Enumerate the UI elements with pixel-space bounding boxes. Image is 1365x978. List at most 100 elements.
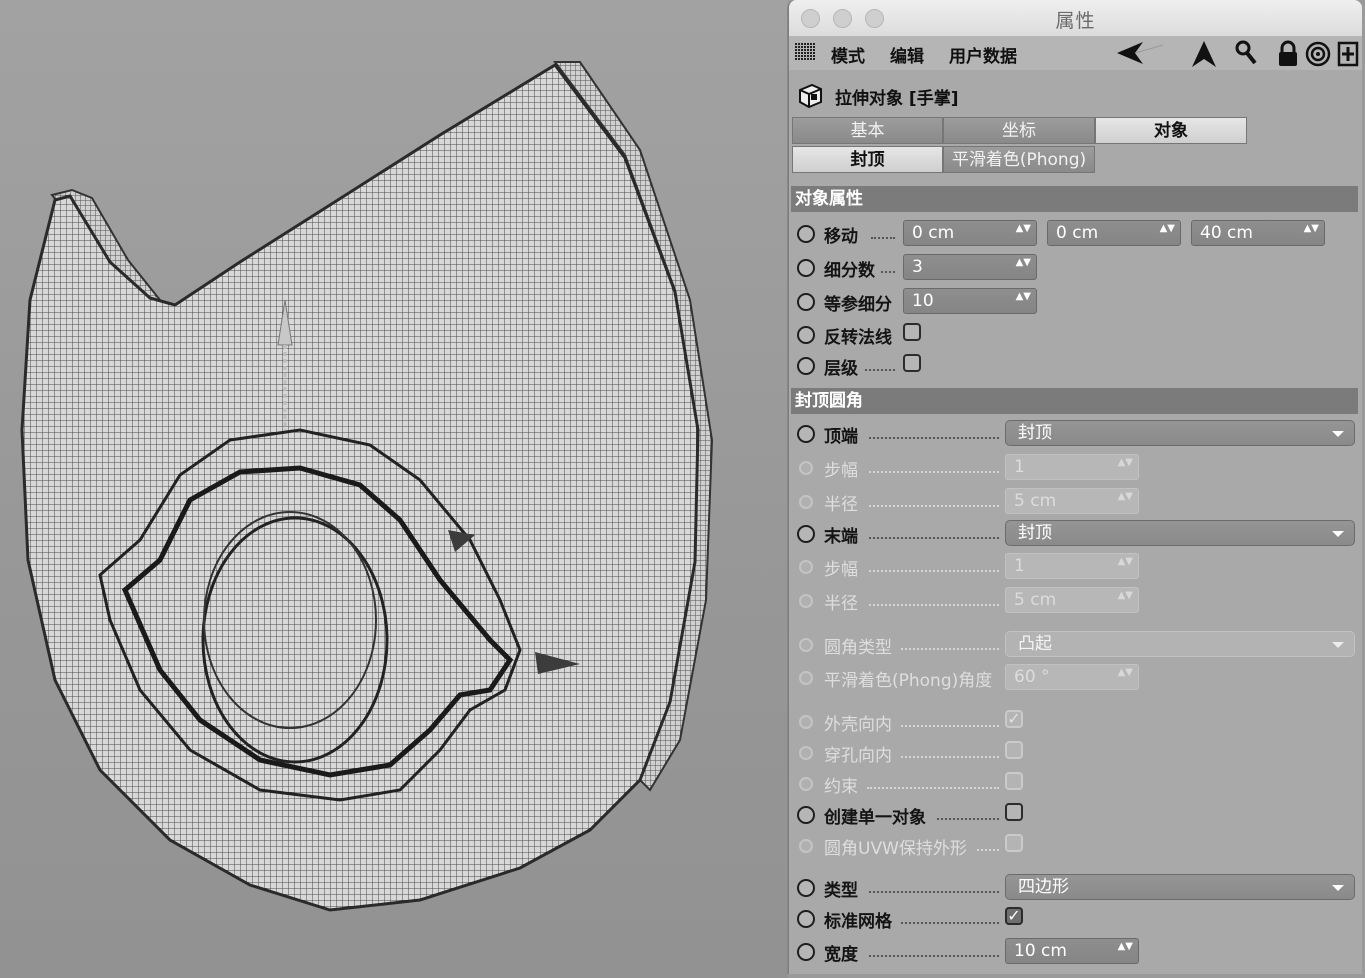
spinner-icon[interactable]: ▲▼: [1118, 942, 1133, 952]
row-hole-inward: 穿孔向内: [789, 738, 1362, 768]
leader-dots: [869, 570, 999, 572]
hierarchical-checkbox[interactable]: [903, 354, 921, 372]
keyframe-radio[interactable]: [797, 525, 815, 543]
standard-grid-label: 标准网格: [824, 912, 892, 932]
move-z-field[interactable]: 40 cm ▲▼: [1191, 220, 1325, 246]
width-field[interactable]: 10 cm ▲▼: [1005, 938, 1139, 964]
keyframe-radio[interactable]: [797, 357, 815, 375]
row-phong-angle: 平滑着色(Phong)角度 60 ° ▲▼: [789, 663, 1362, 693]
keyframe-radio[interactable]: [797, 326, 815, 344]
row-hierarchical: 层级: [789, 351, 1362, 381]
spinner-icon: ▲▼: [1117, 491, 1133, 502]
leader-dots: [865, 369, 895, 371]
iso-subdivisions-label: 等参细分: [824, 295, 892, 315]
row-iso-subdivisions: 等参细分 10 ▲▼: [789, 287, 1362, 317]
menu-mode[interactable]: 模式: [831, 42, 865, 67]
hierarchical-label: 层级: [824, 359, 858, 379]
tab-coordinates[interactable]: 坐标: [943, 117, 1095, 144]
row-move: 移动 0 cm ▲▼ 0 cm ▲▼ 40 cm ▲▼: [789, 219, 1362, 249]
lock-icon[interactable]: [1277, 40, 1299, 68]
width-label: 宽度: [824, 945, 858, 965]
keyframe-radio[interactable]: [797, 225, 815, 243]
keyframe-radio[interactable]: [797, 425, 815, 443]
phong-angle-field: 60 ° ▲▼: [1005, 664, 1139, 690]
keyframe-radio: [799, 839, 813, 853]
keyframe-radio: [799, 560, 813, 574]
leader-dots: [901, 725, 999, 727]
keyframe-radio[interactable]: [797, 806, 815, 824]
move-y-field[interactable]: 0 cm ▲▼: [1047, 220, 1181, 246]
leader-dots: [869, 537, 999, 539]
move-x-field[interactable]: 0 cm ▲▼: [903, 220, 1037, 246]
leader-dots: [869, 437, 999, 439]
chevron-down-icon: [1332, 642, 1344, 648]
single-object-checkbox[interactable]: [1005, 803, 1023, 821]
leader-dots: [871, 237, 895, 239]
row-flip-normals: 反转法线: [789, 320, 1362, 350]
end-cap-select[interactable]: 封顶: [1005, 520, 1355, 546]
object-header: 拉伸对象 [手掌]: [789, 74, 1362, 114]
keyframe-radio[interactable]: [797, 910, 815, 928]
hole-inward-checkbox: [1005, 741, 1023, 759]
top-cap-label: 顶端: [824, 427, 858, 447]
move-label: 移动: [824, 227, 858, 247]
iso-subdivisions-field[interactable]: 10 ▲▼: [903, 288, 1037, 314]
window-title: 属性: [1055, 10, 1096, 32]
flip-normals-checkbox[interactable]: [903, 323, 921, 341]
row-end-radius: 半径 5 cm ▲▼: [789, 586, 1362, 616]
leader-dots: [901, 756, 999, 758]
spinner-icon: ▲▼: [1117, 667, 1133, 678]
leader-dots: [867, 787, 999, 789]
spinner-icon[interactable]: ▲▼: [1160, 224, 1175, 234]
tab-object[interactable]: 对象: [1095, 117, 1247, 144]
top-radius-label: 半径: [824, 495, 858, 515]
type-select[interactable]: 四边形: [1005, 874, 1355, 900]
arrow-left-icon[interactable]: [1115, 40, 1165, 66]
spinner-icon: ▲▼: [1117, 556, 1133, 567]
end-cap-label: 末端: [824, 527, 858, 547]
keyframe-radio: [799, 495, 813, 509]
add-panel-icon[interactable]: [1337, 40, 1359, 68]
tab-caps[interactable]: 封顶: [792, 146, 943, 173]
grid-menu-icon[interactable]: [795, 43, 815, 61]
target-icon[interactable]: [1305, 40, 1331, 68]
spinner-icon[interactable]: ▲▼: [1304, 224, 1319, 234]
3d-viewport[interactable]: [0, 0, 788, 978]
spinner-icon[interactable]: ▲▼: [1016, 258, 1031, 268]
attributes-panel: 属性 模式 编辑 用户数据 拉伸对象 [手掌] 基本 坐标 对象 封顶 平滑着色…: [788, 0, 1362, 974]
row-top-radius: 半径 5 cm ▲▼: [789, 487, 1362, 517]
spinner-icon[interactable]: ▲▼: [1016, 224, 1031, 234]
leader-dots: [869, 471, 999, 473]
keyframe-radio[interactable]: [797, 943, 815, 961]
leader-dots: [869, 505, 999, 507]
fillet-type-select: 凸起: [1005, 631, 1355, 657]
hull-inward-checkbox: ✓: [1005, 710, 1023, 728]
leader-dots: [869, 955, 999, 957]
tab-phong[interactable]: 平滑着色(Phong): [943, 146, 1095, 173]
section-object-properties: 对象属性: [791, 186, 1358, 212]
end-steps-label: 步幅: [824, 560, 858, 580]
top-steps-field: 1 ▲▼: [1005, 454, 1139, 480]
end-steps-field: 1 ▲▼: [1005, 553, 1139, 579]
keyframe-radio[interactable]: [797, 293, 815, 311]
standard-grid-checkbox[interactable]: ✓: [1005, 907, 1023, 925]
leader-dots: [869, 604, 999, 606]
keyframe-radio[interactable]: [797, 259, 815, 277]
menu-bar: 模式 编辑 用户数据: [789, 36, 1362, 70]
arrow-up-icon[interactable]: [1191, 40, 1217, 68]
row-top-cap: 顶端 封顶: [789, 419, 1362, 449]
menu-user-data[interactable]: 用户数据: [949, 42, 1017, 67]
type-label: 类型: [824, 881, 858, 901]
search-icon[interactable]: [1235, 40, 1257, 66]
fillet-uvw-label: 圆角UVW保持外形: [824, 839, 967, 859]
tab-basic[interactable]: 基本: [792, 117, 943, 144]
menu-edit[interactable]: 编辑: [890, 42, 924, 67]
subdivisions-label: 细分数: [824, 261, 875, 281]
row-subdivisions: 细分数 3 ▲▼: [789, 253, 1362, 283]
spinner-icon[interactable]: ▲▼: [1016, 292, 1031, 302]
subdivisions-field[interactable]: 3 ▲▼: [903, 254, 1037, 280]
section-caps-fillets: 封顶圆角: [791, 388, 1358, 414]
top-cap-select[interactable]: 封顶: [1005, 420, 1355, 446]
keyframe-radio[interactable]: [797, 879, 815, 897]
keyframe-radio: [799, 594, 813, 608]
